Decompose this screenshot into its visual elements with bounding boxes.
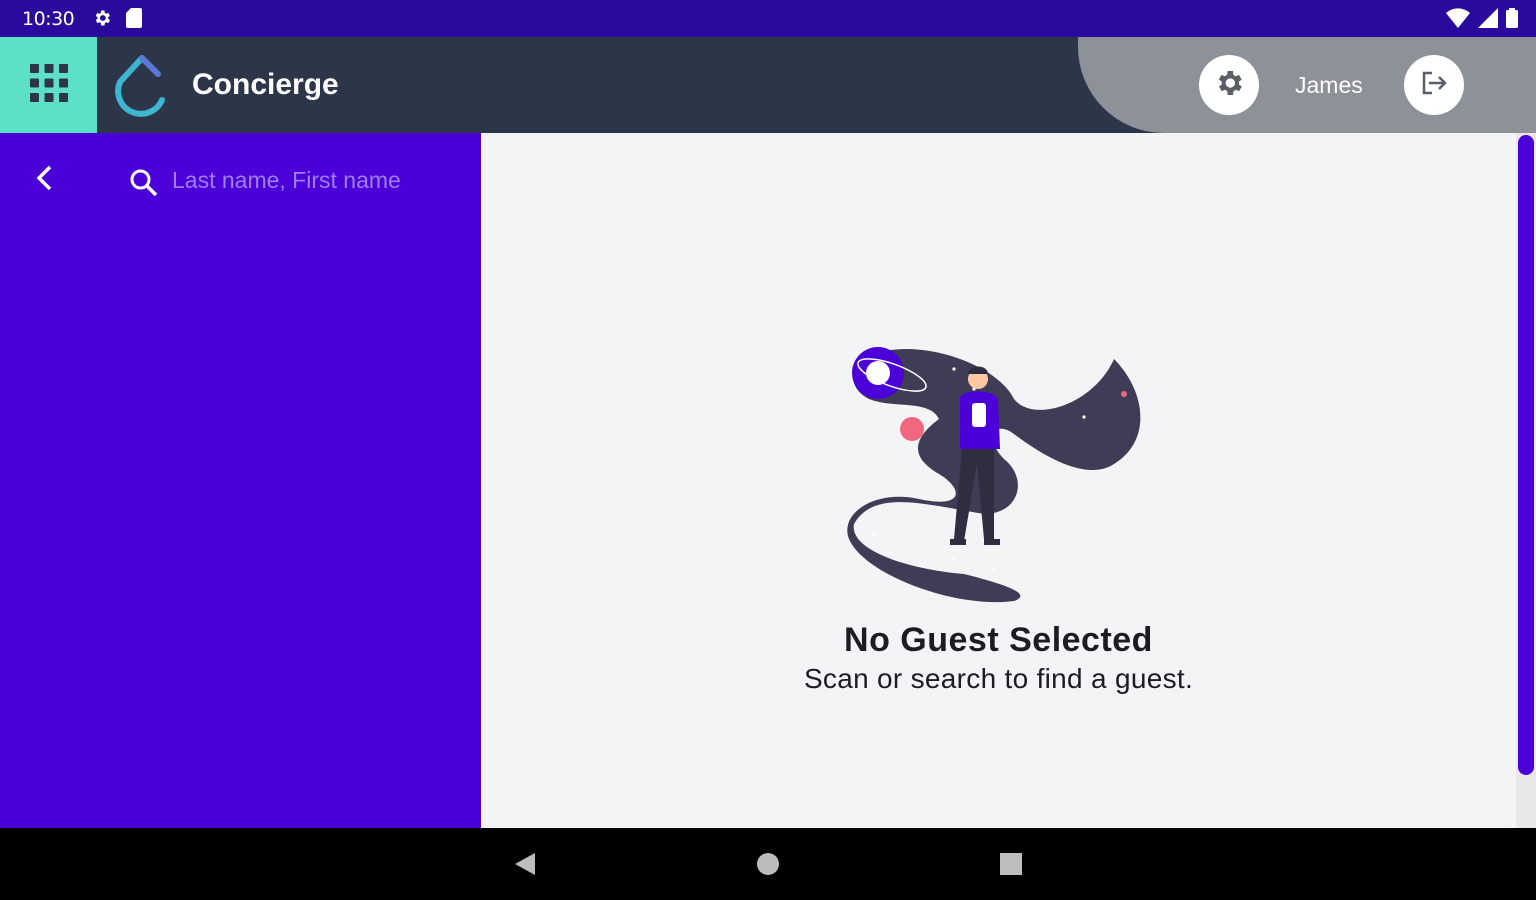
settings-button[interactable] [1199, 55, 1259, 115]
guest-search-sidebar [0, 133, 481, 828]
guest-detail-panel: No Guest Selected Scan or search to find… [481, 133, 1536, 828]
scroll-thumb[interactable] [1518, 135, 1534, 775]
home-circle-icon[interactable] [755, 851, 781, 882]
scrollbar[interactable] [1516, 133, 1536, 828]
wifi-icon [1446, 8, 1470, 33]
app-title: Concierge [192, 68, 339, 101]
system-nav-bar [0, 828, 1536, 900]
guest-search-input[interactable] [172, 165, 452, 195]
status-bar: 10:30 [0, 0, 1536, 37]
search-icon [129, 168, 159, 203]
battery-icon [1506, 8, 1518, 33]
logout-icon [1418, 67, 1450, 104]
concierge-logo-icon [112, 52, 174, 123]
back-triangle-icon[interactable] [512, 851, 538, 882]
status-icons-right [1446, 8, 1518, 33]
space-person-illustration [844, 339, 1154, 608]
apps-grid-button[interactable] [0, 37, 97, 133]
status-icons-left [92, 8, 142, 33]
user-panel: James [1078, 37, 1536, 133]
back-chevron-icon[interactable] [30, 163, 60, 198]
recents-square-icon[interactable] [998, 851, 1024, 882]
user-name: James [1295, 72, 1363, 98]
empty-state-title: No Guest Selected [844, 621, 1153, 659]
empty-state-subtitle: Scan or search to find a guest. [803, 663, 1194, 694]
gear-icon [92, 8, 112, 33]
app-header: Concierge James [0, 37, 1536, 133]
settings-icon [1213, 67, 1245, 104]
apps-grid-icon [29, 63, 69, 108]
sd-card-icon [126, 8, 142, 33]
logout-button[interactable] [1404, 55, 1464, 115]
status-time: 10:30 [22, 8, 75, 30]
signal-icon [1478, 8, 1498, 33]
